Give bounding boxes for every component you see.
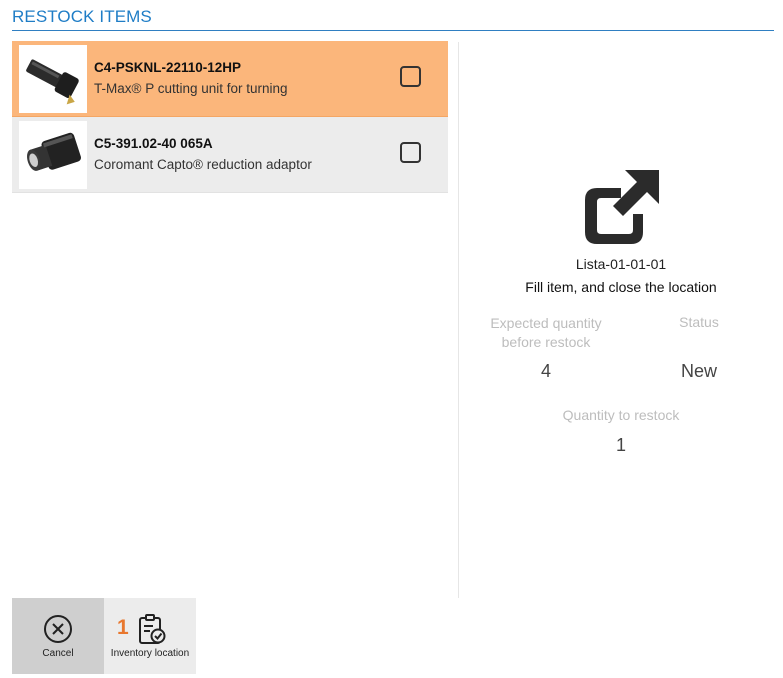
expected-quantity-value: 4 xyxy=(540,361,551,381)
turning-tool-icon xyxy=(26,59,79,105)
restock-quantity-value: 1 xyxy=(615,435,626,455)
item-checkbox[interactable] xyxy=(400,66,421,87)
status-label: Status xyxy=(679,314,719,330)
instruction-text: Fill item, and close the location xyxy=(525,279,717,295)
status-value: New xyxy=(680,361,717,381)
page-title: RESTOCK ITEMS xyxy=(12,7,152,26)
restock-quantity-label: Quantity to restock xyxy=(562,407,680,423)
close-circle-icon xyxy=(44,615,72,643)
product-image xyxy=(19,45,87,113)
item-checkbox[interactable] xyxy=(400,142,421,163)
clipboard-check-icon xyxy=(139,614,166,644)
cancel-button[interactable]: Cancel xyxy=(12,598,104,674)
inventory-location-button[interactable]: 1 Inventory location xyxy=(104,598,196,674)
item-description: T-Max® P cutting unit for turning xyxy=(94,81,288,96)
item-code: C5-391.02-40 065A xyxy=(94,136,213,151)
expected-quantity-label: Expected quantity before restock xyxy=(490,315,602,350)
inventory-location-label: Inventory location xyxy=(110,648,190,659)
location-detail-panel: Lista-01-01-01 Fill item, and close the … xyxy=(459,160,783,460)
list-item[interactable]: C5-391.02-40 065A Coromant Capto® reduct… xyxy=(12,117,448,193)
page-header: RESTOCK ITEMS xyxy=(12,6,774,31)
list-item[interactable]: C4-PSKNL-22110-12HP T-Max® P cutting uni… xyxy=(12,41,448,117)
location-name: Lista-01-01-01 xyxy=(575,256,667,272)
adaptor-icon xyxy=(27,132,82,171)
cancel-label: Cancel xyxy=(42,648,74,659)
product-image xyxy=(19,121,87,189)
external-link-icon[interactable] xyxy=(581,168,661,248)
item-description: Coromant Capto® reduction adaptor xyxy=(94,157,312,172)
location-count-badge: 1 xyxy=(117,616,129,639)
restock-item-list: C4-PSKNL-22110-12HP T-Max® P cutting uni… xyxy=(12,41,448,193)
item-code: C4-PSKNL-22110-12HP xyxy=(94,60,242,75)
